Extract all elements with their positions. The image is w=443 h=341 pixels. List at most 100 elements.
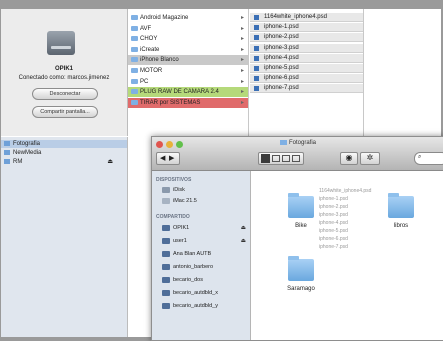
sidebar-item-shared[interactable]: becario_autdbld_x (162, 289, 248, 298)
disclosure-arrow-icon: ▸ (240, 15, 244, 21)
share-screen-button[interactable]: Compartir pantalla... (32, 106, 98, 118)
sidebar-item-shared[interactable]: OPIK1 ⏏ (162, 224, 248, 233)
psd-file-icon (254, 25, 259, 31)
sidebar-item-shared[interactable]: user1 ⏏ (162, 237, 248, 246)
folder-list-label: CHOY (140, 36, 158, 43)
title-bar: Fotografia ◀ ▶ ◉ ✲ ⌕ (152, 137, 443, 171)
dragged-files: 1164white_iphone4.psd iphone-1.psd iphon… (319, 187, 391, 251)
file-list-item[interactable]: iphone-4.psd (250, 53, 363, 63)
eject-icon[interactable]: ⏏ (241, 237, 246, 246)
sidebar-item-imac[interactable]: iMac 21.5 (162, 197, 248, 206)
folder-icon[interactable] (288, 256, 314, 281)
folder-list-label: AVF (140, 25, 152, 32)
file-item[interactable]: iphone-7.psd (319, 243, 391, 251)
folder-list-label: iPhone Blanco (140, 57, 179, 64)
disclosure-arrow-icon: ▸ (240, 25, 244, 32)
folder-icon (131, 36, 138, 42)
folder-list-item[interactable]: CHOY ▸ (128, 34, 248, 44)
file-item[interactable]: iphone-5.psd (319, 227, 391, 235)
search-input[interactable]: ⌕ (414, 152, 443, 165)
computer-icon (162, 276, 170, 283)
eject-icon[interactable]: ⏏ (107, 158, 113, 166)
folder-icon[interactable] (388, 193, 414, 218)
computer-icon (162, 263, 170, 270)
folder-list-item[interactable]: PC ▸ (128, 77, 248, 87)
folder-icon (131, 46, 138, 52)
folder-icon[interactable] (288, 193, 314, 218)
file-list-label: iphone-3.psd (264, 44, 299, 51)
file-list-label: iphone-4.psd (264, 54, 299, 61)
window-title: Fotografia (288, 140, 316, 147)
file-item[interactable]: iphone-2.psd (319, 203, 391, 211)
server-info-pane: OPIK1 Conectado como: marcos.jimenez Des… (1, 9, 128, 136)
folder-icon (4, 158, 10, 164)
list-view-icon[interactable] (272, 155, 280, 162)
icon-view-icon[interactable] (261, 154, 270, 163)
disclosure-arrow-icon: ▸ (240, 78, 244, 85)
folder-list-label: PC (140, 78, 149, 85)
server-folder-item[interactable]: NewMedia (1, 149, 127, 157)
disclosure-arrow-icon: ▸ (240, 57, 244, 64)
sidebar-item-shared[interactable]: Ana Blan AUTB (162, 250, 248, 259)
gear-icon[interactable]: ✲ (367, 153, 374, 162)
file-list-item[interactable]: iphone-5.psd (250, 64, 363, 73)
sidebar-item-idisk[interactable]: iDisk (162, 186, 248, 195)
eye-icon[interactable]: ◉ (346, 153, 353, 162)
computer-icon (162, 250, 170, 257)
back-forward-button[interactable]: ◀ ▶ (156, 152, 180, 165)
disclosure-arrow-icon: ▸ (240, 89, 244, 96)
disclosure-arrow-icon: ▸ (240, 46, 244, 53)
sidebar-item-shared[interactable]: antonio_barbero (162, 263, 248, 272)
file-list-item[interactable]: iphone-6.psd (250, 74, 363, 84)
folder-list-item[interactable]: PLUG RAW DE CAMARA 2.4 ▸ (128, 87, 248, 98)
server-folder-item[interactable]: Fotografia (1, 140, 127, 148)
file-item[interactable]: iphone-6.psd (319, 235, 391, 243)
disconnect-button[interactable]: Desconectar (32, 88, 98, 100)
file-item[interactable]: 1164white_iphone4.psd (319, 187, 391, 195)
server-status: Conectado como: marcos.jimenez (18, 75, 110, 81)
psd-file-icon (254, 45, 259, 51)
file-list-item[interactable]: iphone-1.psd (250, 23, 363, 33)
server-icon (162, 237, 170, 244)
coverflow-view-icon[interactable] (292, 155, 300, 162)
folder-list-label: MOTOR (140, 68, 163, 74)
folder-list-item[interactable]: iCreate ▸ (128, 45, 248, 55)
folder-icon (4, 140, 10, 146)
folder-title-icon (279, 140, 287, 145)
file-item[interactable]: iphone-1.psd (319, 195, 391, 203)
sidebar-item-shared[interactable]: becario_autdbld_y (162, 302, 248, 311)
computer-icon (162, 197, 170, 204)
action-menu-button[interactable]: ✲ (360, 152, 380, 165)
file-list-label: iphone-6.psd (264, 75, 299, 82)
back-icon[interactable]: ◀ (160, 153, 165, 164)
eject-icon[interactable]: ⏏ (241, 224, 246, 233)
folder-list-item[interactable]: iPhone Blanco ▸ (128, 55, 248, 66)
psd-file-icon (254, 55, 259, 61)
psd-file-icon (254, 66, 259, 71)
file-list-item[interactable]: 1164white_iphone4.psd (250, 13, 363, 22)
folder-icon (131, 78, 138, 84)
computer-icon (162, 302, 170, 309)
folder-list-item[interactable]: Android Magazine ▸ (128, 13, 248, 23)
folder-label[interactable]: Saramago (281, 286, 321, 292)
psd-file-icon (254, 35, 259, 41)
file-item[interactable]: iphone-4.psd (319, 219, 391, 227)
folder-icon (131, 57, 138, 63)
file-list-item[interactable]: iphone-2.psd (250, 33, 363, 43)
folder-list-item[interactable]: TIRAR por SISTEMAS ▸ (128, 97, 248, 108)
server-folder-item[interactable]: RM ⏏ (1, 158, 127, 166)
file-list-item[interactable]: iphone-7.psd (250, 84, 363, 94)
folder-label[interactable]: Bike (281, 223, 321, 229)
section-header-devices: DISPOSITIVOS (156, 177, 192, 183)
file-list-item[interactable]: iphone-3.psd (250, 43, 363, 53)
quick-look-button[interactable]: ◉ (340, 152, 358, 165)
file-list-label: iphone-1.psd (264, 24, 299, 31)
folder-content: Bike libros Saramago 1164white_iphone4.p… (251, 171, 443, 340)
folder-list-item[interactable]: AVF ▸ (128, 24, 248, 34)
sidebar-item-shared[interactable]: becario_dos (162, 276, 248, 285)
view-mode-buttons[interactable] (258, 152, 304, 165)
folder-list-item[interactable]: MOTOR ▸ (128, 66, 248, 76)
forward-icon[interactable]: ▶ (169, 153, 174, 164)
column-view-icon[interactable] (282, 155, 290, 162)
file-item[interactable]: iphone-3.psd (319, 211, 391, 219)
